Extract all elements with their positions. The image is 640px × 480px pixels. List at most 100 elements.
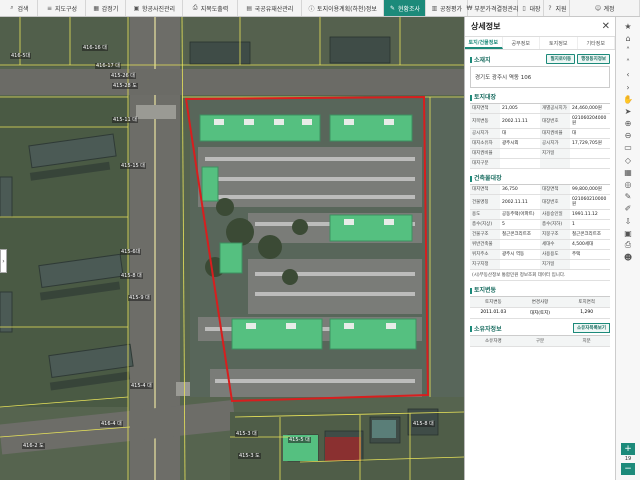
parcel-label: 415-11 대 [112,117,138,123]
field-label: 지가일 [540,260,570,270]
hand-icon[interactable]: ✋ [621,94,635,105]
aerial-map[interactable]: 416-16 대 416-5대 416-17 대 415-26 대 415-28… [0,17,464,480]
survey-icon: ✎ [389,4,395,12]
field-value [500,149,540,159]
close-icon[interactable]: ✕ [602,21,610,32]
tab-public-info[interactable]: 공부정보 [503,37,540,49]
field-value: 2002.11.11 [500,114,540,129]
toolbar-building[interactable]: ▤ 국공유재산관리 [238,0,302,16]
photo-icon: ▣ [133,4,140,12]
toolbar-photo[interactable]: ▣ 항공사진관리 [126,0,183,16]
field-value: 대 [500,129,540,139]
map-canvas[interactable] [0,17,464,480]
field-value: 철근콘크리트조 [570,230,610,240]
field-value: 17,729,705원 [570,139,610,149]
chevron-up-icon[interactable]: ˄ [621,57,635,68]
column-header: 지분 [563,336,610,347]
section-marker [470,94,472,101]
detail-panel: 상세정보 ✕ 토지/건물정보 공부정보 토지정보 기타정보 소재지 필지로이동 … [464,17,615,480]
toolbar-layers[interactable]: ≡ 지도구성 [38,0,86,16]
zoom-in-button[interactable]: + [621,443,635,455]
save-icon[interactable]: ▣ [621,228,635,239]
panel-header: 상세정보 ✕ [465,17,615,37]
toolbar-book[interactable]: ▯ 대장 [518,0,544,16]
edit-icon[interactable]: ✎ [621,191,635,202]
land-section-header: 토지대장 [465,88,615,103]
grid-icon[interactable]: ▦ [621,167,635,178]
tab-land-info[interactable]: 토지정보 [540,37,578,49]
panel-toggle-button[interactable]: › [0,249,7,273]
field-label: 대장면적 [540,185,570,195]
tab-other-info[interactable]: 기타정보 [578,37,615,49]
table-header-row: 토지변동 변경사항 토지면적 [470,297,610,308]
user-icon: ☺ [594,4,602,12]
field-label: 건물명칭 [470,195,500,210]
toolbar-chart[interactable]: ▥ 공정평가 [426,0,468,16]
zoom-out-button[interactable]: − [621,463,635,475]
building-section-header: 건축물대장 [465,169,615,184]
field-label: 대지구분 [470,159,500,169]
field-value: 99,800,000원 [570,185,610,195]
tab-land-building[interactable]: 토지/건물정보 [465,37,503,49]
area-icon[interactable]: ◇ [621,155,635,166]
field-label: 위반건축물 [470,240,500,250]
search-icon: ⌕ [10,4,14,11]
people-icon[interactable]: ☻ [621,252,635,263]
ruler-icon[interactable]: ▭ [621,142,635,153]
chevron-right-icon: › [2,257,5,265]
history-table: 토지변동 변경사항 토지면적 2011.01.03 대지(토지) 1,290 [470,296,610,319]
field-label: 층수(지하) [540,220,570,230]
toolbar-survey[interactable]: ✎ 현황조사 [384,0,426,16]
toolbar-search[interactable]: ⌕ 검색 [0,0,38,16]
cursor-icon[interactable]: ➤ [621,106,635,117]
chevron-left-icon[interactable]: ‹ [621,69,635,80]
chevron-up-icon[interactable]: ˄ [621,45,635,56]
pen-icon[interactable]: ✐ [621,203,635,214]
compass-icon[interactable]: ◎ [621,179,635,190]
field-value: 021060210000원 [570,195,610,210]
field-value: 2002.11.11 [500,195,540,210]
parcel-label: 415-26 대 [110,73,136,79]
toolbar-user[interactable]: ☺ 계정 [570,0,640,16]
parcel-label: 416-5대 [10,53,32,59]
field-label: 지목변동 [470,114,500,129]
field-value: 공동주택(아파트) [500,210,540,220]
field-value [500,159,540,169]
toolbar-help[interactable]: ? 지원 [544,0,570,16]
toolbar-info[interactable]: ⓘ 토지이용계획(하천)정보 [302,0,384,16]
home-icon[interactable]: ⌂ [621,33,635,44]
zoom-in-icon[interactable]: ⊕ [621,118,635,129]
chevron-right-icon[interactable]: › [621,82,635,93]
field-value: 36,750 [500,185,540,195]
section-marker [470,326,472,332]
owner-list-button[interactable]: 소유자목록보기 [573,323,610,333]
owners-table: 소유자명 구분 지분 [470,335,610,347]
admin-info-button[interactable]: 행정동지정보 [577,54,610,64]
field-label: 세대수 [540,240,570,250]
book-icon: ▯ [522,4,526,12]
field-label: 지가일 [540,149,570,159]
layers-icon: ≡ [46,4,52,12]
section-marker [470,57,472,63]
move-to-parcel-button[interactable]: 필지로이동 [546,54,576,64]
toolbar-calc[interactable]: ▦ 감정기 [86,0,126,16]
zoom-out-icon[interactable]: ⊖ [621,130,635,141]
field-value: 021060204000원 [570,114,610,129]
zoom-controls: + 19 − [616,442,640,476]
main-toolbar: ⌕ 검색 ≡ 지도구성 ▦ 감정기 ▣ 항공사진관리 ⎙ 지목도출력 ▤ 국공유재산관리 ⓘ… [0,0,640,17]
toolbar-print[interactable]: ⎙ 지목도출력 [183,0,238,16]
table-cell: 2011.01.03 [470,308,517,319]
field-value: 5 [500,220,540,230]
parcel-label: 416-2 도 [22,443,45,449]
star-icon[interactable]: ★ [621,21,635,32]
download-icon[interactable]: ⇩ [621,216,635,227]
toolbar-price[interactable]: ₩ 부분가격결정관리 [466,0,519,16]
panel-tabs: 토지/건물정보 공부정보 토지정보 기타정보 [465,37,615,50]
section-marker [470,287,472,294]
owners-section-title: 소유자정보 [474,325,502,333]
location-section-header: 소재지 필지로이동 행정동지정보 [465,50,615,66]
parcel-label: 415-3 대 [235,431,258,437]
field-value [570,260,610,270]
print-icon[interactable]: ⎙ [621,240,635,251]
table-row[interactable]: 2011.01.03 대지(토지) 1,290 [470,308,610,319]
